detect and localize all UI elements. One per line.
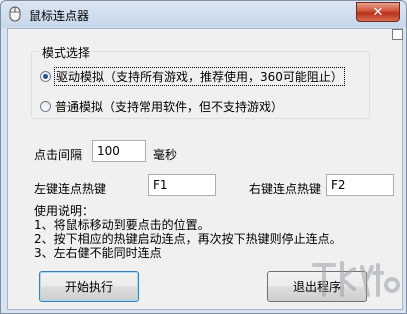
window-title: 鼠标连点器 bbox=[29, 9, 90, 23]
instruction-line: 3、左右健不能同时连点 bbox=[34, 246, 162, 260]
corner-checkbox[interactable] bbox=[392, 29, 403, 40]
start-button[interactable]: 开始执行 bbox=[39, 271, 139, 302]
radio-button-checked[interactable] bbox=[40, 71, 51, 82]
radio-driver-mode[interactable]: 驱动模拟（支持所有游戏，推荐使用，360可能阻止） bbox=[40, 67, 345, 86]
interval-input[interactable]: 100 bbox=[92, 140, 146, 162]
title-bar[interactable]: 鼠标连点器 ✕ bbox=[1, 1, 406, 28]
radio-normal-mode[interactable]: 普通模拟（支持常用软件，但不支持游戏） bbox=[40, 98, 283, 115]
close-icon: ✕ bbox=[372, 4, 384, 20]
mouse-icon bbox=[9, 6, 21, 22]
client-area: 模式选择 驱动模拟（支持所有游戏，推荐使用，360可能阻止） 普通模拟（支持常用… bbox=[7, 28, 403, 310]
radio-button[interactable] bbox=[40, 101, 51, 112]
left-hotkey-label: 左键连点热键 bbox=[34, 182, 107, 196]
right-hotkey-input[interactable]: F2 bbox=[326, 174, 394, 196]
watermark-logo bbox=[312, 261, 400, 297]
left-hotkey-input[interactable]: F1 bbox=[148, 174, 216, 196]
radio-normal-mode-label: 普通模拟（支持常用软件，但不支持游戏） bbox=[55, 100, 284, 114]
mode-group: 模式选择 驱动模拟（支持所有游戏，推荐使用，360可能阻止） 普通模拟（支持常用… bbox=[31, 44, 370, 119]
interval-label: 点击间隔 bbox=[34, 148, 83, 162]
close-button[interactable]: ✕ bbox=[356, 2, 400, 22]
radio-driver-mode-label: 驱动模拟（支持所有游戏，推荐使用，360可能阻止） bbox=[54, 67, 345, 86]
app-window: 鼠标连点器 ✕ 模式选择 驱动模拟（支持所有游戏，推荐使用，360可能阻止） 普… bbox=[0, 0, 407, 314]
right-hotkey-label: 右键连点热键 bbox=[249, 182, 322, 196]
mode-group-label: 模式选择 bbox=[39, 44, 94, 61]
interval-unit: 毫秒 bbox=[153, 148, 178, 162]
